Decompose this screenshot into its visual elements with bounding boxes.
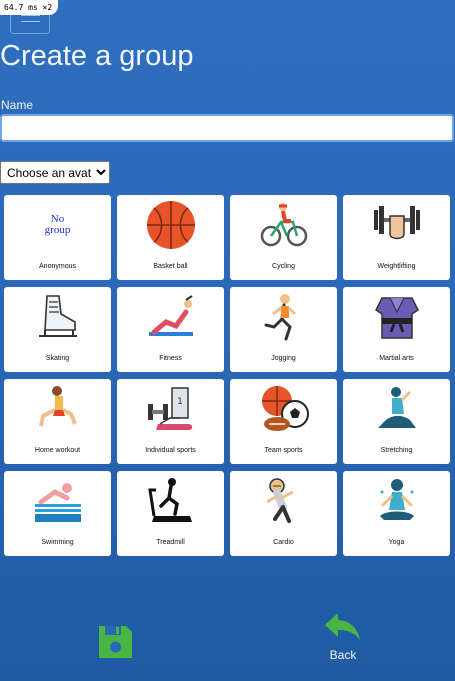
avatar-card-weightlifting[interactable]: Weightlifting xyxy=(343,195,450,280)
avatar-label: Treadmill xyxy=(156,539,185,546)
avatar-card-home-workout[interactable]: Home workout xyxy=(4,379,111,464)
no-group-text: No group xyxy=(44,213,71,236)
stretching-icon xyxy=(371,383,423,435)
avatar-label: Basket ball xyxy=(153,263,188,270)
avatar-card-basketball[interactable]: Basket ball xyxy=(117,195,224,280)
avatar-card-fitness[interactable]: Fitness xyxy=(117,287,224,372)
avatar-card-individual-sports[interactable]: 1 Individual sports xyxy=(117,379,224,464)
basketball-icon xyxy=(145,199,197,251)
avatar-card-anonymous[interactable]: No group Anonymous xyxy=(4,195,111,280)
svg-text:1: 1 xyxy=(177,397,183,407)
avatar-label: Fitness xyxy=(159,355,182,362)
reply-arrow-icon xyxy=(325,613,360,640)
martial-arts-icon xyxy=(371,291,423,343)
avatar-grid: No group Anonymous Basket ball Cycling W… xyxy=(4,195,450,556)
avatar-label: Martial arts xyxy=(379,355,414,362)
fitness-icon xyxy=(145,291,197,343)
avatar-label: Yoga xyxy=(388,539,405,546)
hamburger-icon-line xyxy=(21,21,40,22)
cardio-icon xyxy=(258,475,310,527)
avatar-label: Jogging xyxy=(271,355,296,362)
avatar-label: Team sports xyxy=(264,447,303,454)
avatar-card-stretching[interactable]: Stretching xyxy=(343,379,450,464)
back-button[interactable]: Back xyxy=(323,612,363,670)
avatar-label: Individual sports xyxy=(145,447,196,454)
avatar-card-yoga[interactable]: Yoga xyxy=(343,471,450,556)
yoga-icon xyxy=(371,475,423,527)
floppy-disk-icon xyxy=(99,626,132,658)
avatar-label: Swimming xyxy=(41,539,74,546)
avatar-label: Anonymous xyxy=(39,263,76,270)
group-name-input[interactable] xyxy=(0,114,454,142)
avatar-label: Weightlifting xyxy=(377,263,416,270)
save-button[interactable] xyxy=(97,624,134,660)
name-label: Name xyxy=(1,98,34,112)
treadmill-icon xyxy=(145,475,197,527)
avatar-label: Cycling xyxy=(272,263,295,270)
swimming-icon xyxy=(32,475,84,527)
individual-sports-icon: 1 xyxy=(145,383,197,435)
cyclist-icon xyxy=(258,199,310,251)
avatar-card-cardio[interactable]: Cardio xyxy=(230,471,337,556)
avatar-card-treadmill[interactable]: Treadmill xyxy=(117,471,224,556)
jogging-icon xyxy=(258,291,310,343)
back-label: Back xyxy=(329,648,357,662)
avatar-label: Home workout xyxy=(34,447,81,454)
avatar-label: Skating xyxy=(45,355,70,362)
avatar-card-cycling[interactable]: Cycling xyxy=(230,195,337,280)
ice-skate-icon xyxy=(32,291,84,343)
avatar-card-swimming[interactable]: Swimming xyxy=(4,471,111,556)
weightlifting-icon xyxy=(371,199,423,251)
debug-timing-badge: 64.7 ms ×2 xyxy=(0,0,59,15)
avatar-card-jogging[interactable]: Jogging xyxy=(230,287,337,372)
avatar-card-skating[interactable]: Skating xyxy=(4,287,111,372)
avatar-label: Cardio xyxy=(273,539,294,546)
home-workout-icon xyxy=(32,383,84,435)
avatar-label: Stretching xyxy=(380,447,413,454)
team-sports-icon xyxy=(258,383,310,435)
page-title: Create a group xyxy=(0,40,194,72)
hamburger-icon xyxy=(21,15,40,16)
avatar-select[interactable]: Choose an avatar xyxy=(0,161,110,184)
avatar-card-martial-arts[interactable]: Martial arts xyxy=(343,287,450,372)
avatar-card-team-sports[interactable]: Team sports xyxy=(230,379,337,464)
